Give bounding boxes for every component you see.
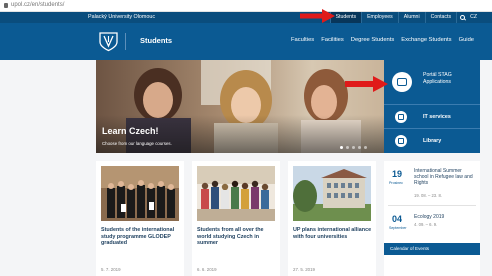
university-logo[interactable] <box>98 31 119 52</box>
slider-dots <box>340 146 367 149</box>
news-title[interactable]: UP plans international alliance with fou… <box>293 227 373 240</box>
hero-slider[interactable]: Learn Czech! Choose from our language co… <box>96 60 384 153</box>
nav-faculties[interactable]: Faculties <box>291 37 314 43</box>
quick-links-panel: Portál STAG Applications IT services Lib… <box>384 60 480 153</box>
news-card[interactable]: Students of the international study prog… <box>96 161 184 276</box>
news-image-building <box>293 166 371 221</box>
portal-icon <box>392 72 412 92</box>
event-date: 19. 08. – 23. 8. <box>414 193 442 198</box>
event-date: 4. 09. – 6. 9. <box>414 222 438 227</box>
calendar-label: Calendar of Events <box>390 246 430 251</box>
language-switch[interactable]: CZ <box>465 12 480 23</box>
utility-link-alumni[interactable]: Alumni <box>397 12 425 23</box>
lock-icon <box>4 3 8 8</box>
address-url: upol.cz/en/students/ <box>11 2 65 8</box>
utility-link-employees[interactable]: Employees <box>361 12 398 23</box>
event-divider <box>388 205 476 206</box>
site-section-title[interactable]: Students <box>140 36 172 45</box>
slider-dot[interactable] <box>364 146 367 149</box>
header-divider <box>125 33 126 50</box>
event-title[interactable]: Ecology 2019 <box>414 214 476 220</box>
utility-links: Students Employees Alumni Contacts CZ <box>329 12 480 23</box>
slider-dot[interactable] <box>340 146 343 149</box>
top-utility-bar: Palacký University Olomouc Students Empl… <box>0 12 492 23</box>
event-month: September <box>389 226 407 230</box>
news-card[interactable]: UP plans international alliance with fou… <box>288 161 376 276</box>
event-day: 19 <box>392 169 403 179</box>
portal-stag-link[interactable]: Portál STAG Applications <box>384 60 480 105</box>
nav-degree-students[interactable]: Degree Students <box>351 37 395 43</box>
library-label: Library <box>423 138 442 144</box>
slider-dot[interactable] <box>352 146 355 149</box>
nav-exchange-students[interactable]: Exchange Students <box>401 37 451 43</box>
event-title[interactable]: International Summer school in Refugee l… <box>414 168 476 187</box>
search-icon[interactable] <box>456 12 466 23</box>
book-icon <box>395 135 407 147</box>
event-month: Prosinec <box>389 181 403 185</box>
news-card[interactable]: Students from all over the world studyin… <box>192 161 280 276</box>
university-name[interactable]: Palacký University Olomouc <box>88 14 155 20</box>
nav-guide[interactable]: Guide <box>459 37 474 43</box>
monitor-icon <box>395 111 407 123</box>
portal-label: Portál STAG Applications <box>423 72 452 85</box>
hero-title[interactable]: Learn Czech! <box>102 126 159 136</box>
news-date: 27. 5. 2019 <box>293 267 315 272</box>
news-title[interactable]: Students of the international study prog… <box>101 227 181 247</box>
nav-facilities[interactable]: Facilities <box>321 37 344 43</box>
news-date: 6. 6. 2019 <box>197 267 217 272</box>
utility-link-contacts[interactable]: Contacts <box>424 12 456 23</box>
site-header: Students Faculties Facilities Degree Stu… <box>0 23 492 60</box>
calendar-of-events-button[interactable]: Calendar of Events <box>384 243 480 255</box>
news-title[interactable]: Students from all over the world studyin… <box>197 227 277 247</box>
events-panel: 19 Prosinec International Summer school … <box>384 161 480 276</box>
it-services-link[interactable]: IT services <box>384 106 480 129</box>
event-day: 04 <box>392 214 403 224</box>
red-arrow-portal <box>345 76 388 92</box>
it-services-label: IT services <box>423 114 451 120</box>
library-link[interactable]: Library <box>384 130 480 153</box>
slider-dot[interactable] <box>346 146 349 149</box>
browser-address-bar[interactable]: upol.cz/en/students/ <box>0 0 492 12</box>
hero-subtitle[interactable]: Choose from our language courses. <box>102 141 172 146</box>
page: upol.cz/en/students/ Palacký University … <box>0 0 492 276</box>
main-nav: Faculties Facilities Degree Students Exc… <box>291 37 474 43</box>
slider-dot[interactable] <box>358 146 361 149</box>
red-arrow-students <box>300 9 335 23</box>
news-image-graduation <box>101 166 179 221</box>
news-date: 5. 7. 2019 <box>101 267 121 272</box>
news-image-summer-school <box>197 166 275 221</box>
